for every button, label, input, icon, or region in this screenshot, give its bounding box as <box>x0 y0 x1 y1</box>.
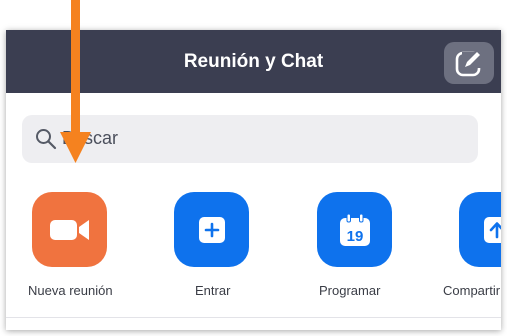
pointer-arrow-icon <box>60 0 91 163</box>
screen: Reunión y Chat Buscar Nueva reunión Entr… <box>0 0 507 336</box>
